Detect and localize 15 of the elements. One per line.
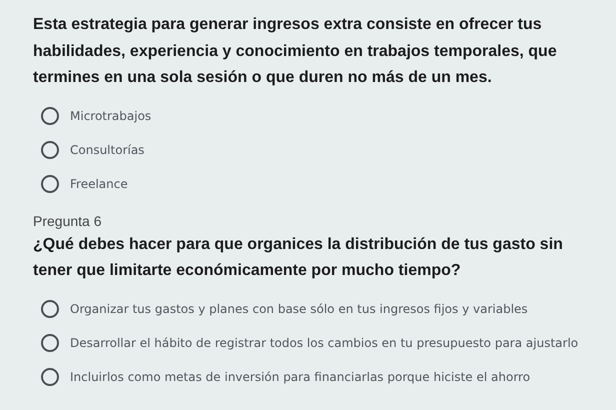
- radio-button[interactable]: [41, 106, 59, 124]
- radio-button[interactable]: [41, 334, 59, 352]
- option-label[interactable]: Organizar tus gastos y planes con base sólo en tus ingresos fijos y variables: [70, 302, 528, 316]
- option-label[interactable]: Microtrabajos: [70, 108, 152, 122]
- radio-button[interactable]: [41, 368, 59, 386]
- radio-button[interactable]: [41, 174, 59, 192]
- question-text: Esta estrategia para generar ingresos extra consiste en ofrecer tus habilidades, experiencia y conocimiento en trabajos temporales, que termines en una sola sesión o que duren no más de un mes.: [33, 15, 558, 88]
- radio-button[interactable]: [41, 300, 59, 318]
- question-number: Pregunta 6: [33, 212, 102, 230]
- option-label[interactable]: Freelance: [70, 176, 128, 190]
- option-label[interactable]: Consultorías: [70, 142, 144, 156]
- radio-button[interactable]: [41, 140, 59, 158]
- question-text: ¿Qué debes hacer para que organices la distribución de tus gasto sin tener que limitarte económicamente por mucho tiempo?: [33, 234, 564, 281]
- option-label[interactable]: Incluirlos como metas de inversión para financiarlas porque hiciste el ahorro: [70, 370, 530, 384]
- option-label[interactable]: Desarrollar el hábito de registrar todos los cambios en tu presupuesto para ajustarlo: [70, 336, 578, 350]
